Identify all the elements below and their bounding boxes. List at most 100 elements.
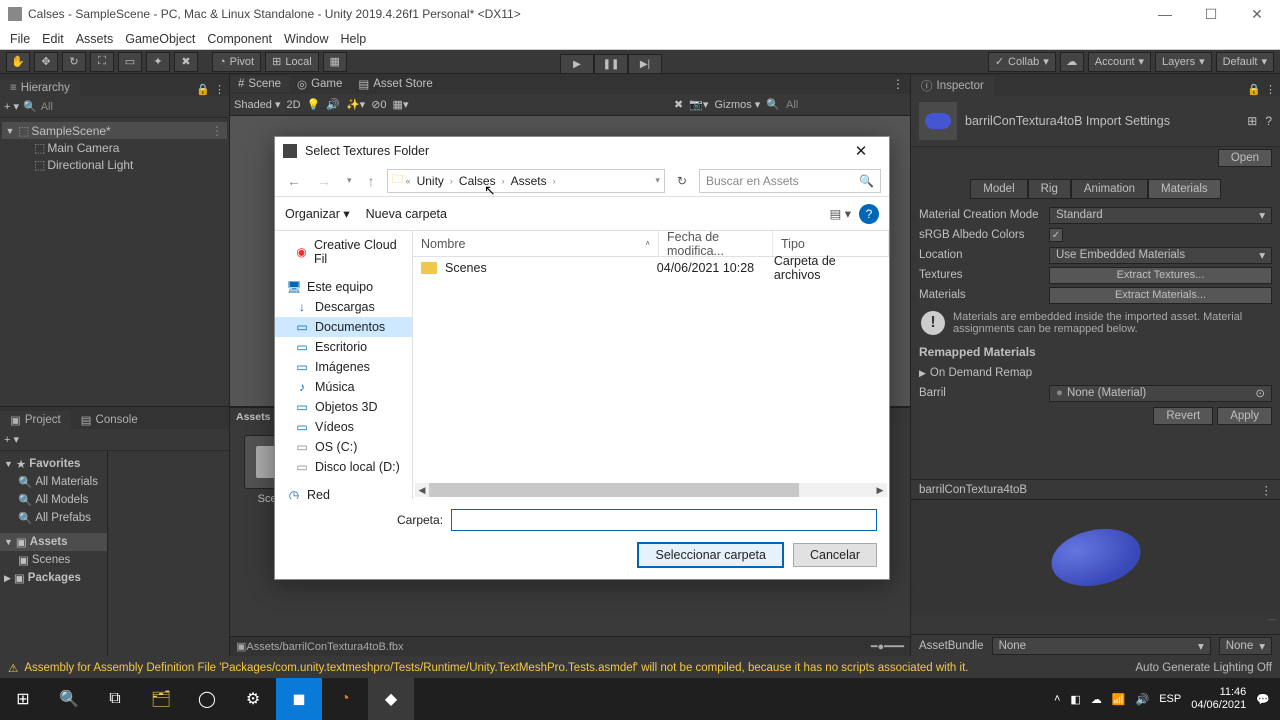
custom-tool[interactable]: ✖ (174, 52, 198, 72)
panel-lock-icon[interactable]: 🔒 (196, 83, 210, 96)
preview-menu-icon[interactable]: ⋮ (1261, 483, 1273, 497)
scene-search[interactable]: All (786, 99, 906, 111)
preview-viewport[interactable] (911, 500, 1280, 615)
help-icon[interactable]: ? (1265, 114, 1272, 128)
menu-file[interactable]: File (10, 32, 30, 46)
menu-edit[interactable]: Edit (42, 32, 64, 46)
assets-subfolder[interactable]: ▣ Scenes (0, 551, 107, 569)
layout-dropdown[interactable]: Default ▾ (1216, 52, 1274, 72)
notifications-icon[interactable]: 💬 (1256, 693, 1270, 706)
camera-icon[interactable]: 📷▾ (689, 98, 708, 111)
assetbundle-dropdown[interactable]: None▾ (992, 637, 1211, 655)
nav-forward-button[interactable]: → (313, 173, 335, 189)
volume-icon[interactable]: 🔊 (1136, 693, 1150, 706)
extract-textures-button[interactable]: Extract Textures... (1049, 267, 1272, 284)
address-bar[interactable]: 🗀 « Unity› Calses› Assets› ▾ (387, 169, 665, 193)
audio-toggle[interactable]: 🔊 (326, 98, 340, 111)
2d-toggle[interactable]: 2D (287, 99, 301, 111)
folder-name-input[interactable] (451, 509, 877, 531)
asset-store-tab[interactable]: ▤ Asset Store (350, 75, 440, 93)
panel-menu-icon[interactable]: ⋮ (1265, 83, 1276, 96)
nav-up-button[interactable]: ↑ (364, 173, 379, 189)
assetbundle-variant-dropdown[interactable]: None ▾ (1219, 637, 1272, 655)
scene-row[interactable]: ▼⬚ SampleScene* ⋮ (2, 122, 227, 139)
rig-tab[interactable]: Rig (1028, 179, 1071, 199)
sidebar-item[interactable]: ▭Documentos (275, 317, 412, 337)
layers-dropdown[interactable]: Layers ▾ (1155, 52, 1212, 72)
tray-cloud-icon[interactable]: ☁ (1091, 693, 1102, 706)
tray-chevron-icon[interactable]: ˄ (1054, 693, 1060, 705)
tools-icon[interactable]: ✖ (674, 98, 683, 111)
panel-menu-icon[interactable]: ⋮ (892, 77, 910, 91)
fav-item[interactable]: 🔍 All Materials (0, 473, 107, 491)
sidebar-item[interactable]: ♪Música (275, 377, 412, 397)
open-button[interactable]: Open (1218, 149, 1272, 167)
cancel-button[interactable]: Cancelar (793, 543, 877, 567)
chrome-icon[interactable]: ◯ (184, 678, 230, 720)
sidebar-item[interactable]: ▭Escritorio (275, 337, 412, 357)
materials-tab[interactable]: Materials (1148, 179, 1221, 199)
revert-button[interactable]: Revert (1153, 407, 1213, 425)
packages-folder[interactable]: ▶▣ Packages (0, 569, 107, 587)
account-dropdown[interactable]: Account ▾ (1088, 52, 1151, 72)
lighting-toggle[interactable]: 💡 (307, 98, 321, 111)
sidebar-item[interactable]: ◉Creative Cloud Fil (275, 235, 412, 269)
lighting-status[interactable]: Auto Generate Lighting Off (1135, 662, 1272, 674)
transform-tool[interactable]: ✦ (146, 52, 170, 72)
menu-assets[interactable]: Assets (76, 32, 114, 46)
fav-item[interactable]: 🔍 All Models (0, 491, 107, 509)
project-tab[interactable]: ▣ Project (0, 411, 71, 429)
hand-tool[interactable]: ✋ (6, 52, 30, 72)
project-create[interactable]: + ▾ (4, 433, 19, 446)
menu-window[interactable]: Window (284, 32, 328, 46)
sidebar-item[interactable]: ▭OS (C:) (275, 437, 412, 457)
task-view-button[interactable]: ⧉ (92, 678, 138, 720)
inspector-tab[interactable]: ⓘ Inspector (911, 76, 994, 96)
minimize-button[interactable]: — (1142, 0, 1188, 28)
favorites-header[interactable]: ▼★ Favorites (0, 455, 107, 473)
sidebar-item[interactable]: ▭Vídeos (275, 417, 412, 437)
scene-view-tab[interactable]: # Scene (230, 76, 289, 92)
tray-app-icon[interactable]: ◧ (1070, 693, 1080, 706)
create-dropdown[interactable]: + ▾ (4, 100, 19, 113)
panel-menu-icon[interactable]: ⋮ (214, 83, 225, 96)
zoom-slider[interactable]: ━●━━━ (871, 640, 904, 653)
sidebar-item[interactable]: ▭Objetos 3D (275, 397, 412, 417)
gameobject-row[interactable]: ⬚ Main Camera (2, 139, 227, 156)
search-button[interactable]: 🔍 (46, 678, 92, 720)
folder-row[interactable]: Scenes 04/06/2021 10:28 Carpeta de archi… (413, 257, 889, 279)
scale-tool[interactable]: ⛶ (90, 52, 114, 72)
organize-dropdown[interactable]: Organizar ▾ (285, 206, 350, 221)
apply-button[interactable]: Apply (1217, 407, 1272, 425)
app-icon[interactable]: ◼ (276, 678, 322, 720)
material-slot[interactable]: ●None (Material)⊙ (1049, 385, 1272, 402)
dialog-close-button[interactable]: ✕ (841, 142, 881, 160)
local-toggle[interactable]: ⊞ Local (265, 52, 319, 72)
wifi-icon[interactable]: 📶 (1112, 693, 1126, 706)
refresh-button[interactable]: ↻ (673, 174, 691, 188)
nav-back-button[interactable]: ← (283, 173, 305, 189)
new-folder-button[interactable]: Nueva carpeta (366, 207, 447, 221)
blender-icon[interactable]: ◔ (322, 678, 368, 720)
hidden-toggle[interactable]: ⊘0 (371, 98, 386, 111)
sidebar-item[interactable]: ↓Descargas (275, 297, 412, 317)
gizmos-dropdown[interactable]: Gizmos ▾ (714, 98, 760, 111)
maximize-button[interactable]: ☐ (1188, 0, 1234, 28)
grid-dropdown[interactable]: ▦▾ (393, 98, 409, 111)
srgb-checkbox[interactable]: ✓ (1049, 228, 1063, 242)
hierarchy-tab[interactable]: ≡ Hierarchy (0, 80, 80, 96)
language-indicator[interactable]: ESP (1159, 693, 1181, 705)
fx-toggle[interactable]: ✨▾ (346, 98, 365, 111)
nav-recent-button[interactable]: ▾ (343, 175, 356, 186)
pivot-toggle[interactable]: ◔ Pivot (212, 52, 261, 72)
menu-help[interactable]: Help (340, 32, 366, 46)
view-dropdown[interactable]: ▤ ▾ (829, 206, 851, 221)
scene-menu-icon[interactable]: ⋮ (211, 124, 227, 138)
hierarchy-search[interactable]: All (41, 101, 225, 113)
cloud-button[interactable]: ☁ (1060, 52, 1084, 72)
step-button[interactable]: ▶| (628, 54, 662, 74)
animation-tab[interactable]: Animation (1071, 179, 1148, 199)
snap-button[interactable]: ▦ (323, 52, 347, 72)
reference-icon[interactable]: ⊞ (1247, 114, 1257, 128)
dialog-help-button[interactable]: ? (859, 204, 879, 224)
